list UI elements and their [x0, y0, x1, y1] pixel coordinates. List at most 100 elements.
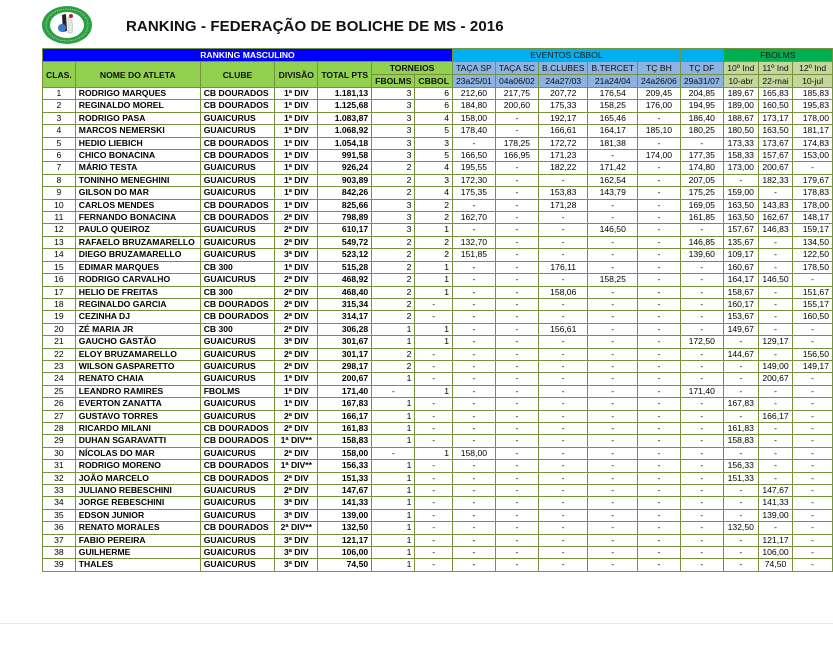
col-event-date: 29a31/07	[679, 74, 724, 88]
table-row[interactable]: 13 RAFAELO BRUZAMARELLO GUAICURUS 2ª DIV 549…	[42, 235, 833, 250]
col-clas[interactable]: CLAS.	[42, 61, 76, 88]
table-row[interactable]: 21 GAUCHO GASTÃO GUAICURUS 3ª DIV 301,67 1 1- -…	[42, 335, 833, 349]
club-cell: CB DOURADOS	[199, 310, 276, 324]
col-event-name[interactable]: TAÇA SP	[451, 61, 496, 75]
event-score-cell: -	[792, 421, 833, 436]
table-row[interactable]: 14 DIEGO BRUZAMARELLO GUAICURUS 3ª DIV 523,1…	[42, 248, 833, 262]
table-row[interactable]: 5 HEDIO LIEBICH CB DOURADOS 1ª DIV 1.054,18 3…	[42, 136, 833, 151]
table-row[interactable]: 25 LEANDRO RAMIRES FBOLMS 1ª DIV 171,40-1- - -…	[42, 384, 833, 399]
event-score-cell: -	[679, 260, 724, 275]
table-row[interactable]: 28 RICARDO MILANI CB DOURADOS 2ª DIV 161,83 1…	[42, 421, 833, 436]
col-event-name[interactable]: 11º Ind	[757, 61, 794, 75]
event-score-cell: 180,25	[679, 124, 724, 138]
event-score-cell: 185,83	[792, 86, 833, 101]
athlete-name-cell: JOÃO MARCELO	[74, 471, 201, 486]
club-cell: CB DOURADOS	[199, 149, 276, 163]
torneios-fbolms-cell: 1	[371, 409, 416, 423]
torneios-fbolms-cell: -	[371, 446, 416, 461]
table-row[interactable]: 3 RODRIGO PASA GUAICURUS 1ª DIV 1.083,87 3 4 15…	[42, 111, 833, 126]
event-score-cell: 151,67	[792, 285, 833, 299]
event-score-cell: 181,38	[587, 136, 638, 151]
club-cell: GUAICURUS	[199, 359, 276, 374]
table-row[interactable]: 26 EVERTON ZANATTA GUAICURUS 1ª DIV 167,83 1-…	[42, 397, 833, 411]
event-score-cell: -	[636, 533, 681, 548]
table-row[interactable]: 11 FERNANDO BONACINA CB DOURADOS 2ª DIV 798,…	[42, 211, 833, 225]
table-row[interactable]: 36 RENATO MORALES CB DOURADOS 2ª DIV** 132,5…	[42, 521, 833, 535]
table-row[interactable]: 38 GUILHERME GUAICURUS 3ª DIV 106,00 1- - - - - - -…	[42, 546, 833, 560]
event-score-cell: -	[537, 421, 589, 436]
event-score-cell: 163,50	[722, 198, 759, 213]
col-event-name[interactable]: B.CLUBES	[537, 61, 589, 75]
table-row[interactable]: 9 GILSON DO MAR GUAICURUS 1ª DIV 842,26 2 4 175…	[42, 186, 833, 200]
division-cell: 2ª DIV	[274, 471, 319, 486]
table-row[interactable]: 34 JORGE REBESCHINI GUAICURUS 3ª DIV 141,33 1…	[42, 496, 833, 510]
torneios-fbolms-cell: 1	[371, 496, 416, 510]
event-score-cell: -	[537, 211, 589, 225]
table-row[interactable]: 35 EDSON JUNIOR GUAICURUS 3ª DIV 139,00 1- - - -…	[42, 508, 833, 523]
event-score-cell: 169,05	[679, 198, 724, 213]
table-row[interactable]: 33 JULIANO REBESCHINI GUAICURUS 2ª DIV 147,6…	[42, 483, 833, 498]
table-row[interactable]: 27 GUSTAVO TORRES GUAICURUS 2ª DIV 166,17 1- -…	[42, 409, 833, 423]
col-torneios-cbbol[interactable]: CBBOL	[414, 74, 453, 88]
table-row[interactable]: 39 THALES GUAICURUS 3ª DIV 74,50 1- - - - - - - -74,…	[42, 558, 833, 572]
division-cell: 2ª DIV	[274, 310, 319, 324]
table-row[interactable]: 31 RODRIGO MORENO CB DOURADOS 1ª DIV** 156,3…	[42, 459, 833, 473]
rank-cell: 26	[42, 397, 76, 411]
table-row[interactable]: 17 HELIO DE FREITAS CB 300 2ª DIV 468,40 2 1- -…	[42, 285, 833, 299]
event-score-cell: -	[679, 273, 724, 287]
club-cell: CB DOURADOS	[199, 211, 276, 225]
event-score-cell: -	[757, 297, 794, 312]
table-row[interactable]: 20 ZÉ MARIA JR CB 300 2ª DIV 306,28 1 1- -156,6…	[42, 322, 833, 337]
table-row[interactable]: 22 ELOY BRUZAMARELLO GUAICURUS 2ª DIV 301,17…	[42, 347, 833, 361]
table-row[interactable]: 1 RODRIGO MARQUES CB DOURADOS 1ª DIV 1.181,1…	[42, 86, 833, 101]
table-row[interactable]: 2 REGINALDO MOREL CB DOURADOS 1ª DIV 1.125,6…	[42, 99, 833, 113]
event-score-cell: -	[757, 285, 794, 299]
col-event-name[interactable]: TÇ DF	[679, 61, 724, 75]
event-score-cell: 153,00	[792, 149, 833, 163]
table-row[interactable]: 15 EDIMAR MARQUES CB 300 1ª DIV 515,28 2 1- -17…	[42, 260, 833, 275]
torneios-cbbol-cell: 1	[414, 273, 453, 287]
col-torneios-fbolms[interactable]: FBOLMS	[371, 74, 416, 88]
division-cell: 2ª DIV	[274, 421, 319, 436]
table-row[interactable]: 30 NÍCOLAS DO MAR GUAICURUS 2ª DIV 158,00-1 1…	[42, 446, 833, 461]
col-event-name[interactable]: B.TERCET	[587, 61, 638, 75]
table-row[interactable]: 7 MÁRIO TESTA GUAICURUS 1ª DIV 926,24 2 4 195,5…	[42, 161, 833, 175]
table-row[interactable]: 24 RENATO CHAIA GUAICURUS 1ª DIV 200,67 1- - - -…	[42, 372, 833, 386]
table-row[interactable]: 10 CARLOS MENDES CB DOURADOS 1ª DIV 825,66 3 2…	[42, 198, 833, 213]
event-score-cell: 173,00	[722, 161, 759, 175]
col-total-pts[interactable]: TOTAL PTS	[317, 61, 373, 88]
col-event-name[interactable]: 10º Ind	[722, 61, 759, 75]
table-row[interactable]: 32 JOÃO MARCELO CB DOURADOS 2ª DIV 151,33 1- -…	[42, 471, 833, 486]
table-row[interactable]: 19 CEZINHA DJ CB DOURADOS 2ª DIV 314,17 2- - - -…	[42, 310, 833, 324]
col-event-name[interactable]: TÇ BH	[636, 61, 681, 75]
col-nome[interactable]: NOME DO ATLETA	[74, 61, 201, 88]
col-divisao[interactable]: DIVISÃO	[274, 61, 319, 88]
athlete-name-cell: JULIANO REBESCHINI	[74, 483, 201, 498]
table-row[interactable]: 8 TONINHO MENEGHINI GUAICURUS 1ª DIV 903,89 2…	[42, 173, 833, 188]
total-points-cell: 132,50	[317, 521, 373, 535]
event-score-cell: 132,50	[722, 521, 759, 535]
table-row[interactable]: 37 FABIO PEREIRA GUAICURUS 3ª DIV 121,17 1- - -…	[42, 533, 833, 548]
table-row[interactable]: 23 WILSON GASPARETTO GUAICURUS 2ª DIV 298,17…	[42, 359, 833, 374]
table-row[interactable]: 4 MARCOS NEMERSKI GUAICURUS 1ª DIV 1.068,92 3…	[42, 124, 833, 138]
event-score-cell: -	[636, 211, 681, 225]
col-event-name[interactable]: 12º Ind	[792, 61, 833, 75]
event-score-cell: 207,72	[537, 86, 589, 101]
table-row[interactable]: 29 DUHAN SGARAVATTI CB DOURADOS 1ª DIV** 158…	[42, 434, 833, 448]
event-score-cell: 172,50	[679, 335, 724, 349]
table-row[interactable]: 16 RODRIGO CARVALHO GUAICURUS 2ª DIV 468,92 2…	[42, 273, 833, 287]
division-cell: 2ª DIV	[274, 322, 319, 337]
table-row[interactable]: 6 CHICO BONACINA CB DOURADOS 1ª DIV 991,58 3 5…	[42, 149, 833, 163]
club-cell: CB DOURADOS	[199, 297, 276, 312]
col-event-name[interactable]: TAÇA SC	[494, 61, 539, 75]
club-cell: GUAICURUS	[199, 161, 276, 175]
event-score-cell: -	[757, 186, 794, 200]
table-row[interactable]: 18 REGINALDO GARCIA CB DOURADOS 2ª DIV 315,3…	[42, 297, 833, 312]
torneios-cbbol-cell: 1	[414, 335, 453, 349]
col-clube[interactable]: CLUBE	[199, 61, 276, 88]
event-score-cell: 178,40	[451, 124, 496, 138]
torneios-fbolms-cell: 1	[371, 558, 416, 572]
event-score-cell: 217,75	[494, 86, 539, 101]
rank-cell: 9	[42, 186, 76, 200]
table-row[interactable]: 12 PAULO QUEIROZ GUAICURUS 2ª DIV 610,17 3 1- -…	[42, 223, 833, 237]
